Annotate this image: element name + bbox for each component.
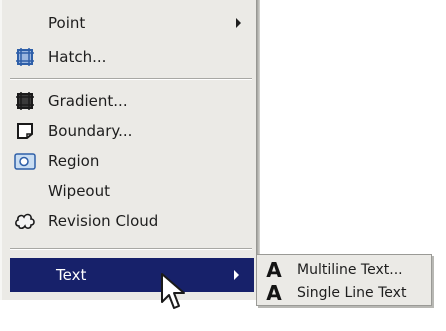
text-submenu: A Multiline Text... A Single Line Text [256,254,432,306]
menu-item-region-label: Region [48,152,100,170]
draw-menu: Point Hatch... Gradient... Boundary... R… [0,0,257,300]
wipeout-blank-icon [14,180,36,202]
menu-item-hatch-label: Hatch... [48,48,107,66]
revision-cloud-icon [14,210,36,232]
submenu-item-single-line-text-label: Single Line Text [297,284,407,301]
boundary-icon [14,120,36,142]
menu-item-point[interactable]: Point [8,8,252,38]
gradient-icon [14,90,36,112]
menu-separator [10,248,252,250]
menu-item-boundary[interactable]: Boundary... [8,116,252,146]
menu-item-revision-cloud[interactable]: Revision Cloud [8,206,252,236]
menu-item-revision-cloud-label: Revision Cloud [48,212,159,230]
hatch-icon [14,46,36,68]
menu-item-wipeout-label: Wipeout [48,182,110,200]
menu-item-text[interactable]: Text [10,258,254,292]
point-blank-icon [14,12,36,34]
submenu-item-multiline-text[interactable]: A Multiline Text... [261,257,427,282]
submenu-arrow-icon [236,18,241,28]
menu-item-wipeout[interactable]: Wipeout [8,176,252,206]
mouse-pointer-icon [160,272,190,318]
region-icon [14,150,36,172]
menu-item-text-label: Text [56,266,87,284]
multiline-text-icon: A [266,257,282,282]
menu-item-gradient-label: Gradient... [48,92,128,110]
menu-item-boundary-label: Boundary... [48,122,133,140]
menu-item-gradient[interactable]: Gradient... [8,86,252,116]
submenu-item-single-line-text[interactable]: A Single Line Text [261,280,427,305]
menu-separator [10,78,252,80]
submenu-item-multiline-text-label: Multiline Text... [297,261,403,278]
submenu-arrow-icon [234,270,239,280]
menu-item-region[interactable]: Region [8,146,252,176]
menu-item-point-label: Point [48,14,86,32]
single-line-text-icon: A [266,280,282,305]
menu-item-hatch[interactable]: Hatch... [8,42,252,72]
